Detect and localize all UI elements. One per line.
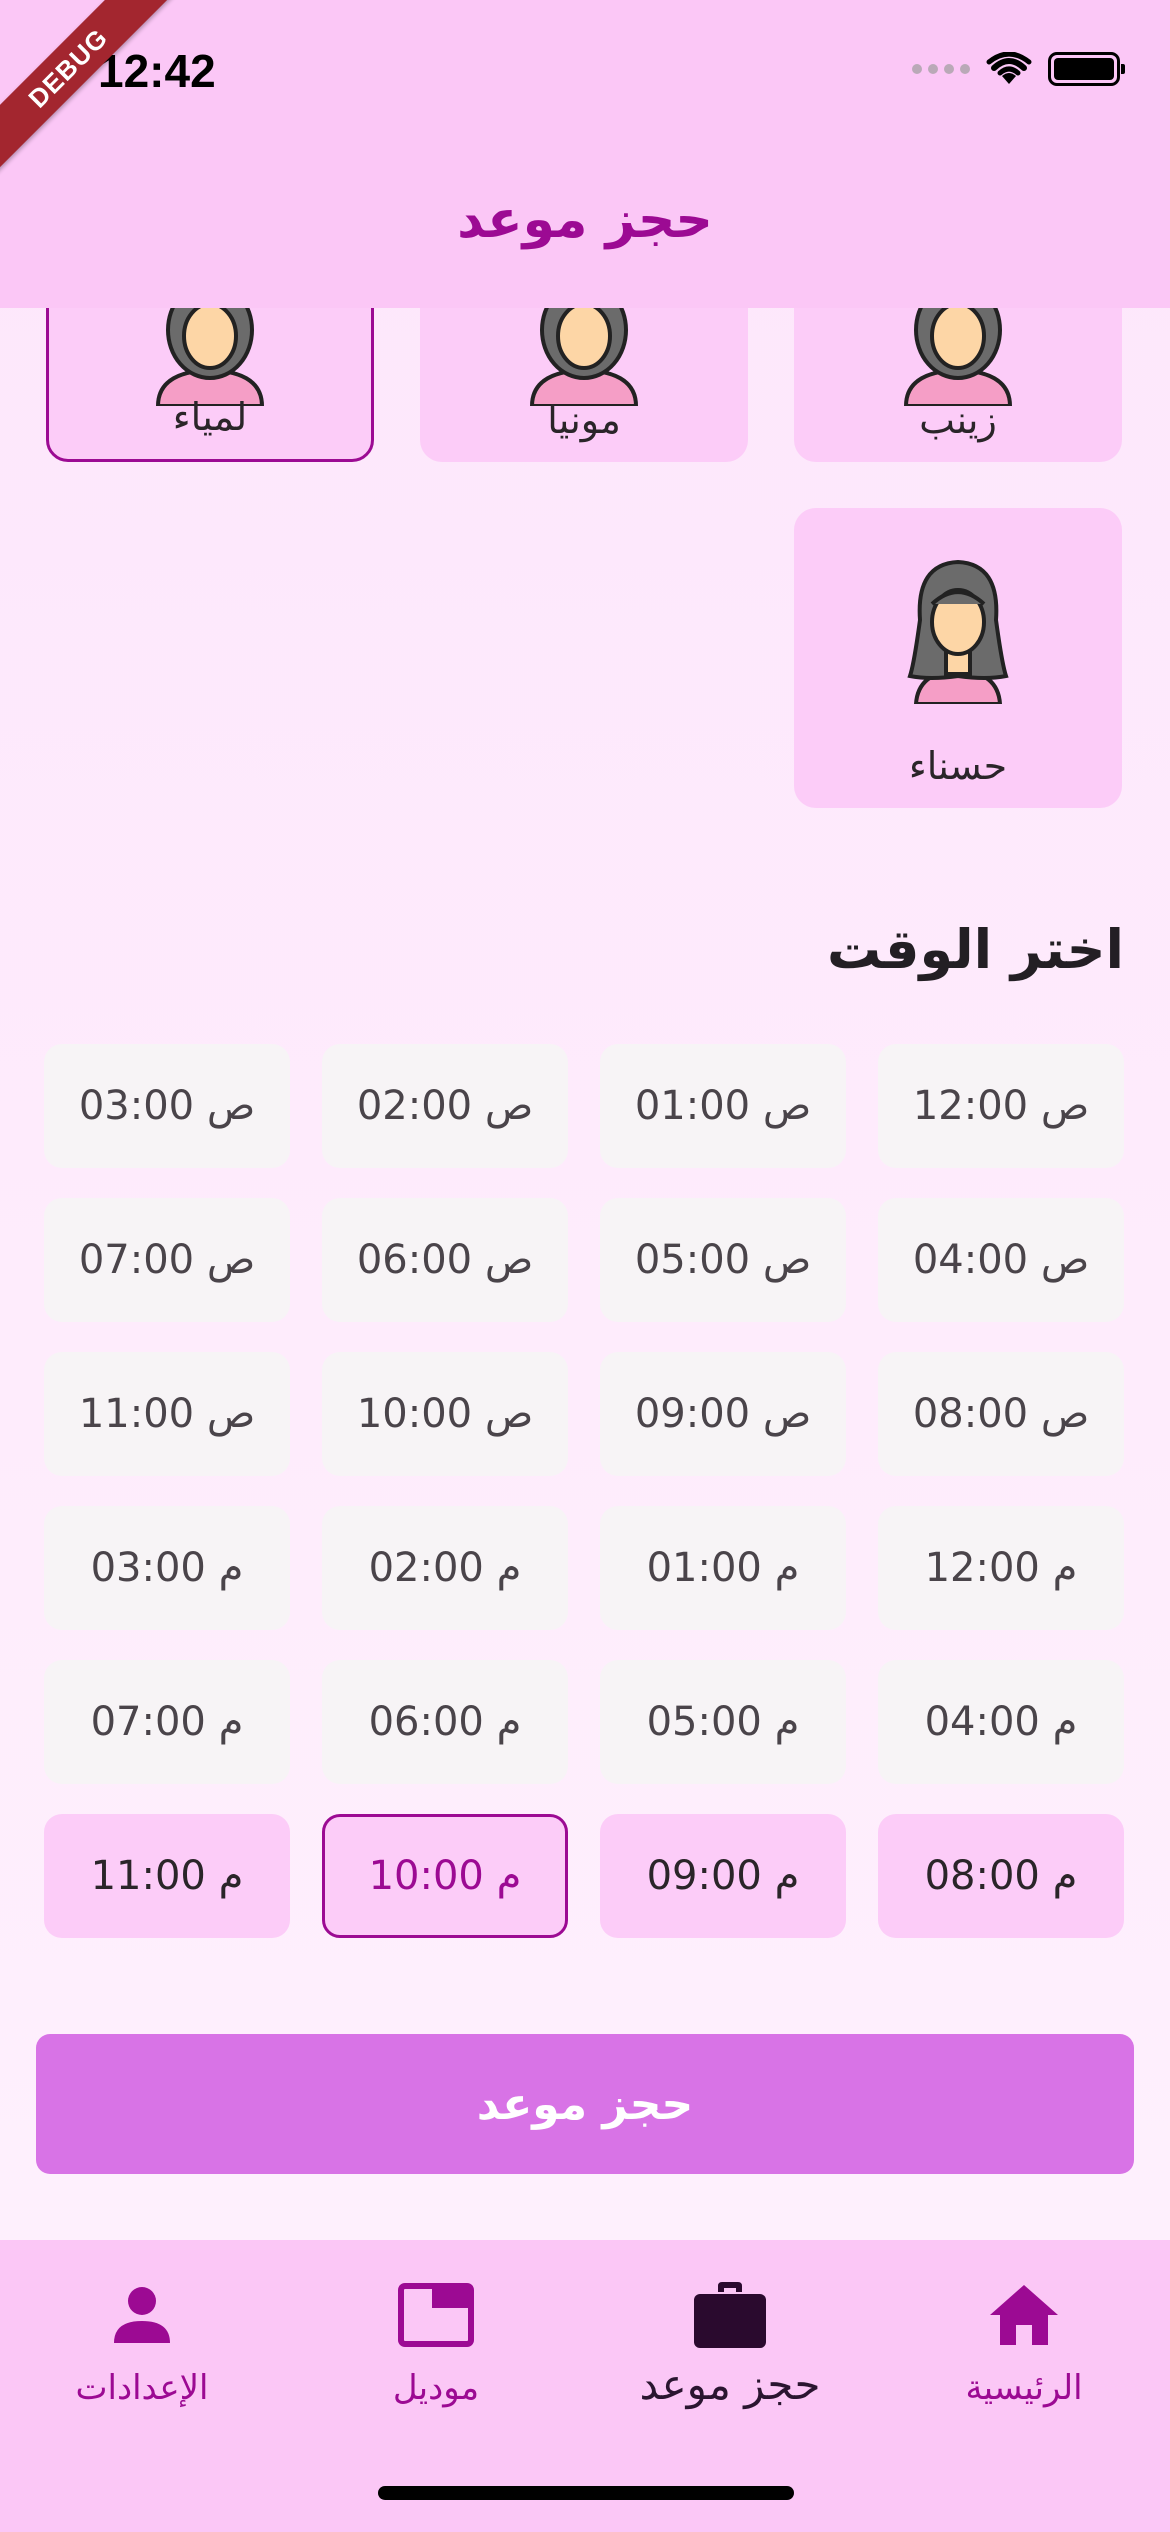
time-slot[interactable]: 12:00 م <box>878 1506 1124 1630</box>
time-slot[interactable]: 01:00 ص <box>600 1044 846 1168</box>
nav-label: موديل <box>392 2368 480 2408</box>
time-slot[interactable]: 10:00 ص <box>322 1352 568 1476</box>
nav-label: الرئيسية <box>965 2368 1083 2408</box>
home-icon <box>990 2285 1058 2345</box>
nav-item-settings[interactable]: الإعدادات <box>0 2270 288 2450</box>
window-icon <box>398 2283 474 2347</box>
time-slot[interactable]: 08:00 ص <box>878 1352 1124 1476</box>
app-bar: DEBUG 12:42 حجز موعد <box>0 0 1170 308</box>
stylist-name: مونيا <box>547 398 621 442</box>
time-slot[interactable]: 02:00 ص <box>322 1044 568 1168</box>
time-slot[interactable]: 10:00 م <box>322 1814 568 1938</box>
battery-icon <box>1048 52 1125 86</box>
time-slot[interactable]: 06:00 م <box>322 1660 568 1784</box>
status-time: 12:42 <box>98 45 216 97</box>
time-slot[interactable]: 03:00 م <box>44 1506 290 1630</box>
time-slot[interactable]: 02:00 م <box>322 1506 568 1630</box>
cellular-signal-icon <box>912 64 970 74</box>
status-icons <box>912 52 1125 86</box>
time-slot[interactable]: 01:00 م <box>600 1506 846 1630</box>
stylist-name: زينب <box>919 398 997 442</box>
nav-item-booking[interactable]: حجز موعد <box>584 2270 876 2450</box>
time-slot[interactable]: 11:00 م <box>44 1814 290 1938</box>
scroll-content[interactable]: زينب مونيا لمياء حسناء اختر الوقت 12:00 … <box>0 0 1170 2240</box>
nav-label: الإعدادات <box>75 2368 209 2408</box>
time-slot[interactable]: 11:00 ص <box>44 1352 290 1476</box>
nav-item-model[interactable]: موديل <box>290 2270 582 2450</box>
time-slot[interactable]: 07:00 ص <box>44 1198 290 1322</box>
time-slot[interactable]: 07:00 م <box>44 1660 290 1784</box>
nav-item-home[interactable]: الرئيسية <box>878 2270 1170 2450</box>
person-icon <box>114 2287 170 2343</box>
book-appointment-button[interactable]: حجز موعد <box>36 2034 1134 2174</box>
stylist-name: لمياء <box>172 395 248 439</box>
time-slot[interactable]: 06:00 ص <box>322 1198 568 1322</box>
stylist-card-hasna[interactable]: حسناء <box>794 508 1122 808</box>
woman-avatar-icon <box>907 559 1009 704</box>
home-indicator[interactable] <box>378 2486 794 2500</box>
time-slot[interactable]: 05:00 م <box>600 1660 846 1784</box>
time-slot[interactable]: 12:00 ص <box>878 1044 1124 1168</box>
stylist-name: حسناء <box>908 744 1008 788</box>
time-slot[interactable]: 04:00 ص <box>878 1198 1124 1322</box>
choose-time-heading: اختر الوقت <box>826 918 1124 981</box>
page-title: حجز موعد <box>457 190 713 250</box>
wifi-icon <box>986 52 1032 84</box>
time-slot[interactable]: 09:00 ص <box>600 1352 846 1476</box>
time-slot[interactable]: 05:00 ص <box>600 1198 846 1322</box>
nav-label: حجز موعد <box>639 2360 821 2409</box>
time-slot[interactable]: 04:00 م <box>878 1660 1124 1784</box>
briefcase-icon <box>694 2282 766 2348</box>
time-slot[interactable]: 03:00 ص <box>44 1044 290 1168</box>
time-slot[interactable]: 08:00 م <box>878 1814 1124 1938</box>
time-slot[interactable]: 09:00 م <box>600 1814 846 1938</box>
